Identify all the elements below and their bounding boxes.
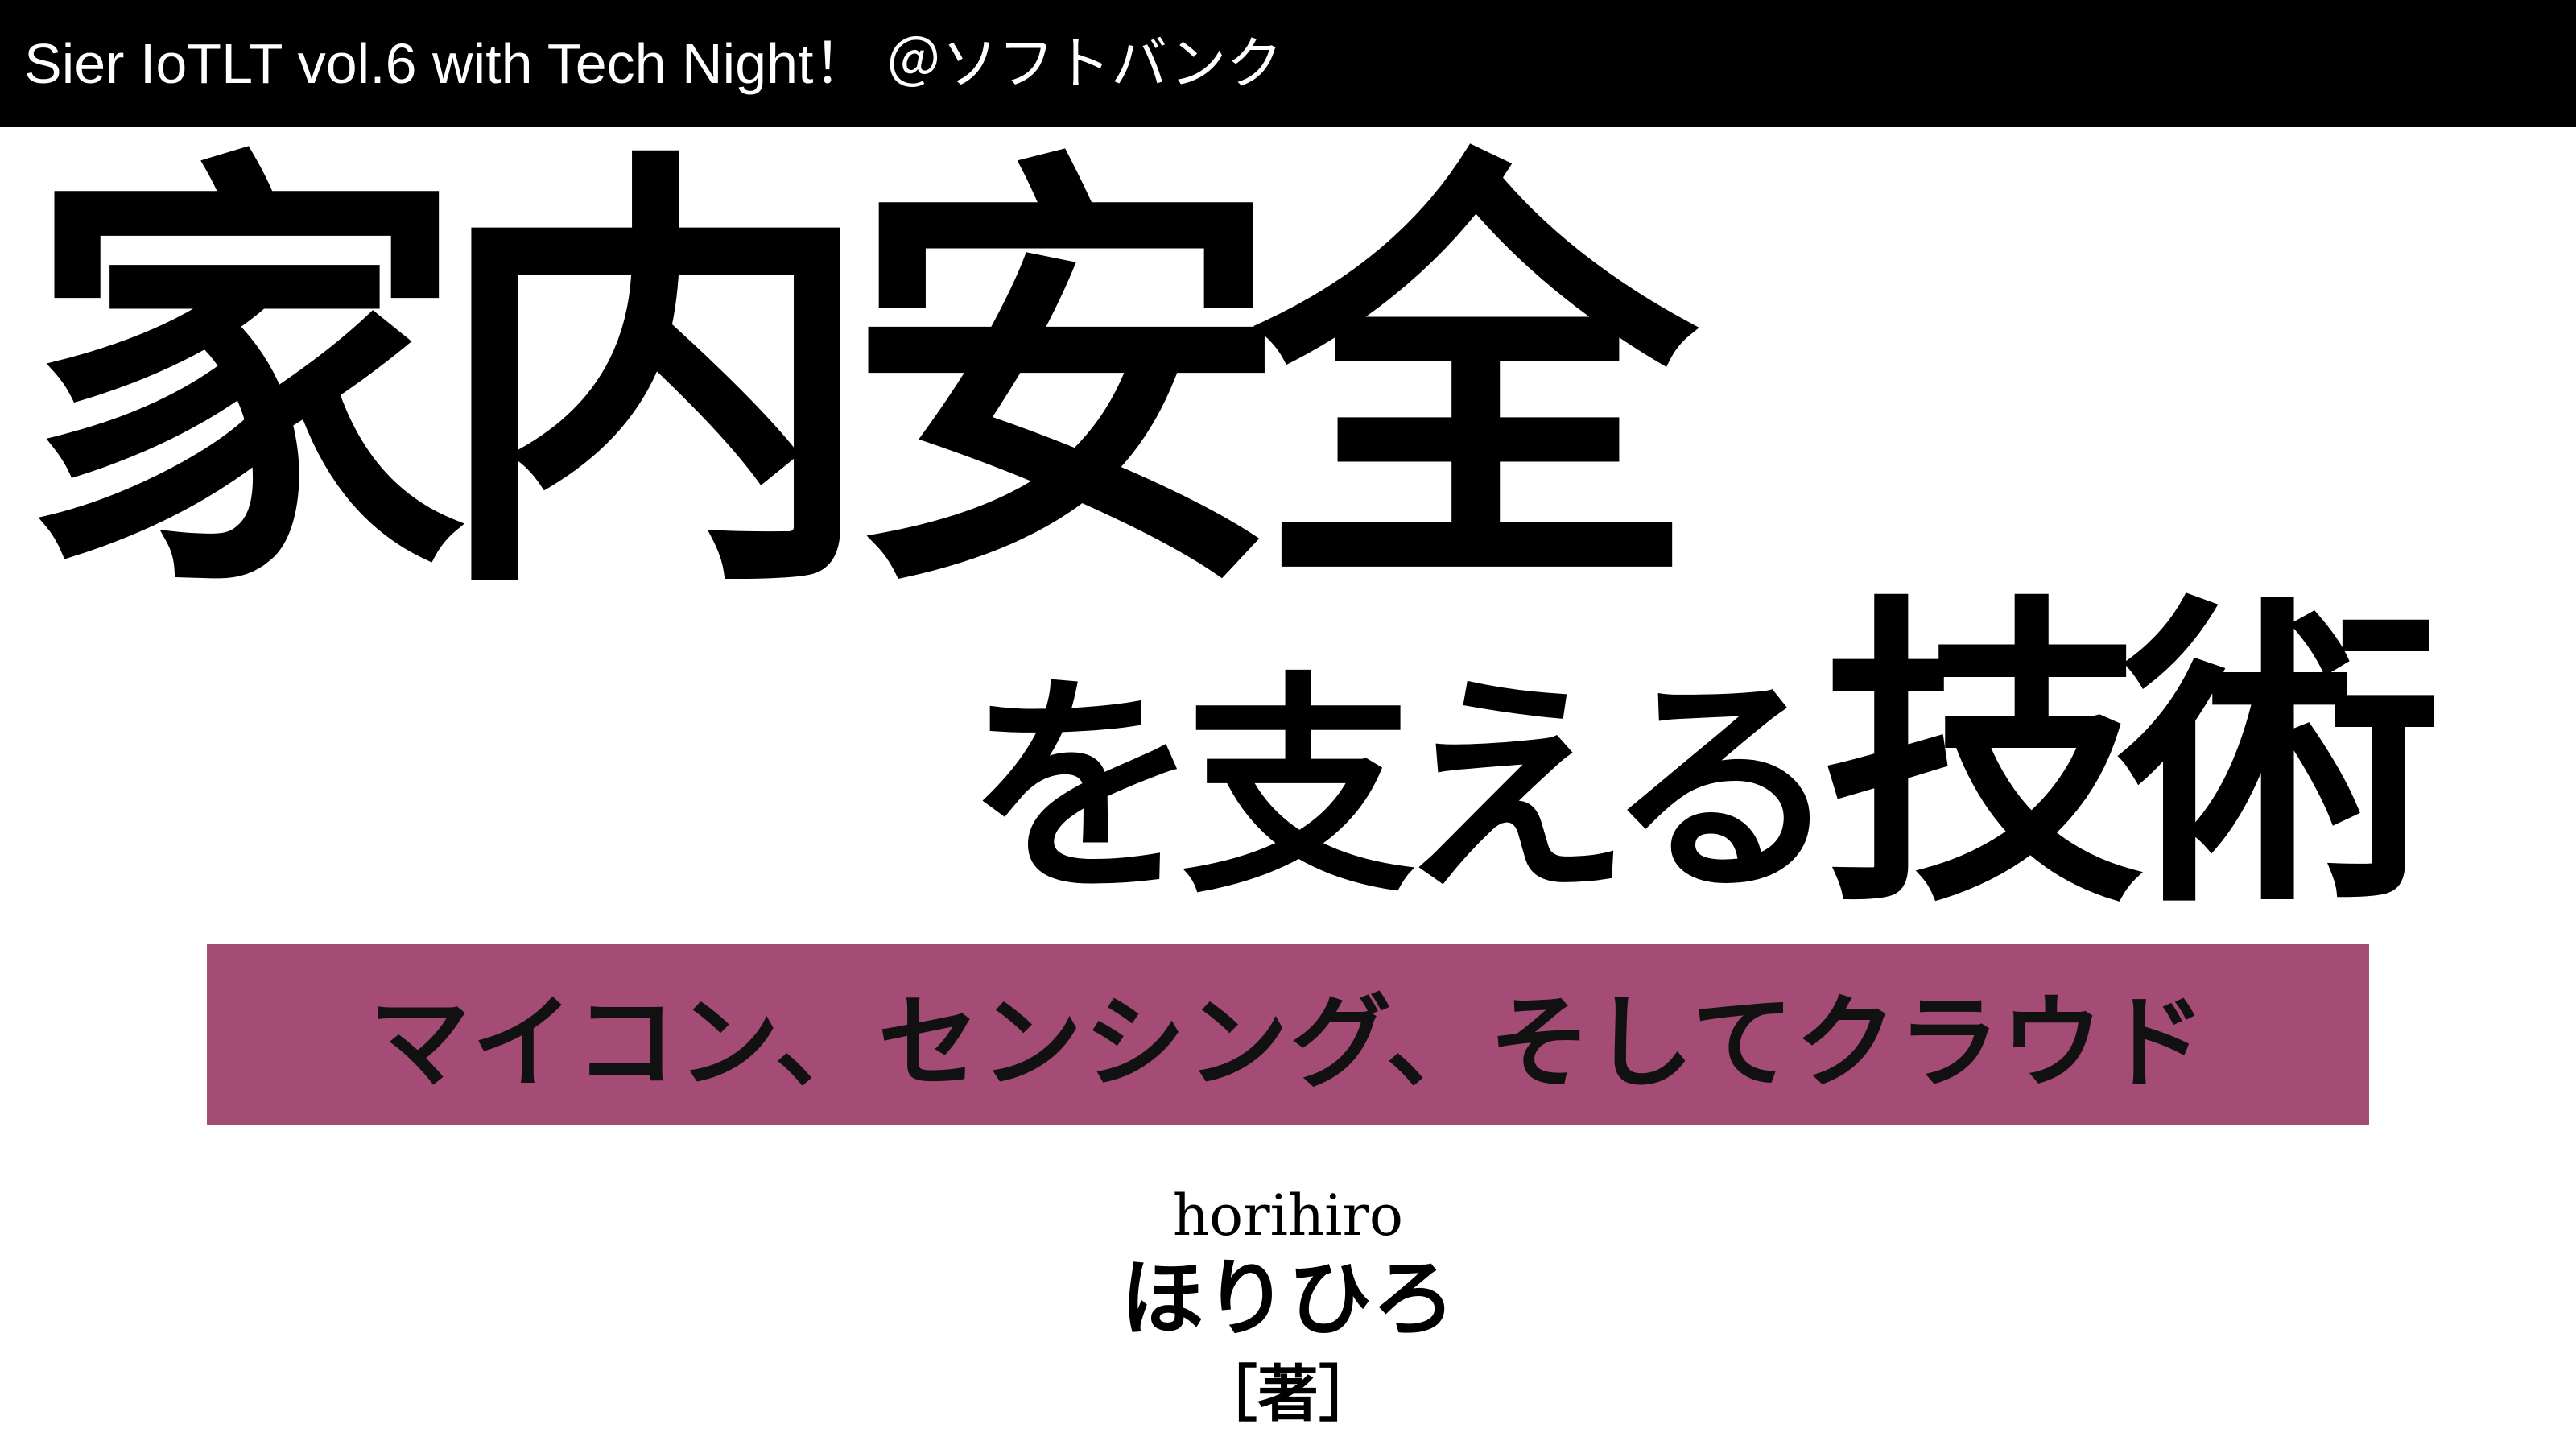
author-romaji: horihiro (1172, 1183, 1404, 1249)
main-title-kanji: 技術 (1822, 568, 2442, 946)
author-name: ほりひろ (1120, 1249, 1455, 1348)
main-title-line1: 家内安全 (24, 114, 1697, 643)
author-role: ［著］ (1196, 1358, 1380, 1430)
main-title-kana: を支える (966, 651, 1839, 925)
header-bar: Sier IoTLT vol.6 with Tech Night！ ＠ソフトバン… (0, 0, 2576, 127)
subtitle: マイコン、センシング、そしてクラウド (369, 984, 2207, 1102)
subtitle-band: マイコン、センシング、そしてクラウド (207, 944, 2369, 1125)
event-title: Sier IoTLT vol.6 with Tech Night！ ＠ソフトバン… (24, 32, 1283, 95)
